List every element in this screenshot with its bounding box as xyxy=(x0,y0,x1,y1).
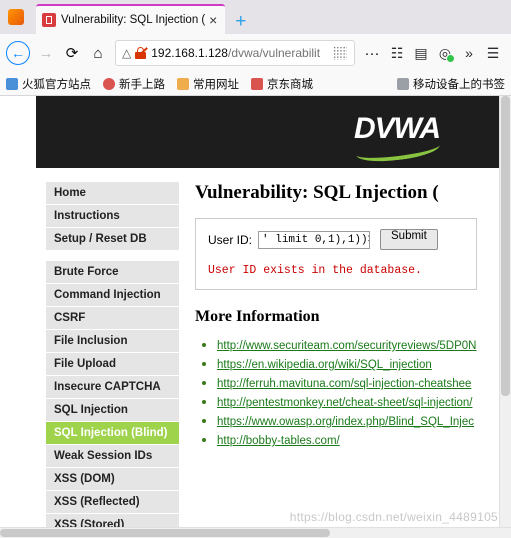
dvwa-banner: DVWA xyxy=(36,96,506,168)
reload-button[interactable]: ⟳ xyxy=(59,40,85,66)
lock-crossed-icon[interactable] xyxy=(135,47,148,59)
page-left-margin xyxy=(0,96,36,528)
info-link[interactable]: https://www.owasp.org/index.php/Blind_SQ… xyxy=(217,416,474,428)
sidebar-item-insecure-captcha[interactable]: Insecure CAPTCHA xyxy=(46,376,179,399)
bookmark-label: 常用网址 xyxy=(193,78,239,91)
sidebar-item-command-injection[interactable]: Command Injection xyxy=(46,284,179,307)
result-message: User ID exists in the database. xyxy=(208,264,422,277)
status-dot xyxy=(446,54,455,63)
list-item: http://bobby-tables.com/ xyxy=(217,431,506,449)
page-title: Vulnerability: SQL Injection ( xyxy=(195,182,439,203)
sidebar-item-instructions[interactable]: Instructions xyxy=(46,205,179,228)
sidebar-item-xss-reflected[interactable]: XSS (Reflected) xyxy=(46,491,179,514)
navigation-toolbar: ← → ⟳ ⌂ △ 192.168.1.128/dvwa/vulnerabili… xyxy=(0,34,511,72)
dvwa-sidebar: Home Instructions Setup / Reset DB Brute… xyxy=(36,168,179,538)
sidebar-item-brute-force[interactable]: Brute Force xyxy=(46,261,179,284)
bookmark-item[interactable]: 新手上路 xyxy=(103,76,165,92)
bookmark-item[interactable]: 京东商城 xyxy=(251,76,313,92)
url-text: 192.168.1.128/dvwa/vulnerabilit xyxy=(151,46,321,60)
new-tab-button[interactable]: + xyxy=(225,12,256,34)
sidebar-item-weak-session-ids[interactable]: Weak Session IDs xyxy=(46,445,179,468)
info-link[interactable]: http://www.securiteam.com/securityreview… xyxy=(217,340,476,352)
list-item: https://www.owasp.org/index.php/Blind_SQ… xyxy=(217,412,506,430)
sidebar-group-vulnerabilities: Brute Force Command Injection CSRF File … xyxy=(46,261,179,538)
mobile-bookmarks-folder[interactable]: 移动设备上的书签 xyxy=(397,76,505,92)
dvwa-page: DVWA Home Instructions Setup / Reset DB … xyxy=(36,96,506,538)
user-id-label: User ID: xyxy=(208,232,253,247)
sidebar-item-file-upload[interactable]: File Upload xyxy=(46,353,179,376)
info-link[interactable]: http://ferruh.mavituna.com/sql-injection… xyxy=(217,378,471,390)
sidebar-item-sql-injection-blind[interactable]: SQL Injection (Blind) xyxy=(46,422,179,445)
overflow-chevron-button[interactable]: » xyxy=(457,40,481,66)
browser-tab[interactable]: Vulnerability: SQL Injection ( × xyxy=(36,4,226,34)
bookmark-label: 火狐官方站点 xyxy=(22,78,91,91)
submit-button[interactable]: Submit xyxy=(380,229,438,250)
info-link[interactable]: http://bobby-tables.com/ xyxy=(217,435,340,447)
list-item: http://www.securiteam.com/securityreview… xyxy=(217,336,506,354)
list-item: http://ferruh.mavituna.com/sql-injection… xyxy=(217,374,506,392)
sidebar-item-xss-dom[interactable]: XSS (DOM) xyxy=(46,468,179,491)
bookmark-label: 新手上路 xyxy=(119,78,165,91)
sidebar-item-sql-injection[interactable]: SQL Injection xyxy=(46,399,179,422)
list-item: http://pentestmonkey.net/cheat-sheet/sql… xyxy=(217,393,506,411)
sidebar-item-home[interactable]: Home xyxy=(46,182,179,205)
forward-button[interactable]: → xyxy=(33,40,59,66)
page-viewport: DVWA Home Instructions Setup / Reset DB … xyxy=(0,96,511,538)
bookmark-icon xyxy=(103,77,115,90)
info-link[interactable]: http://pentestmonkey.net/cheat-sheet/sql… xyxy=(217,397,473,409)
folder-icon xyxy=(397,77,409,90)
info-link[interactable]: https://en.wikipedia.org/wiki/SQL_inject… xyxy=(217,359,432,371)
list-item: https://en.wikipedia.org/wiki/SQL_inject… xyxy=(217,355,506,373)
user-id-input[interactable]: ' limit 0,1),1))>97 # xyxy=(258,230,371,249)
bookmark-icon xyxy=(251,77,263,90)
sidebar-button[interactable]: ▤ xyxy=(409,40,433,66)
mobile-bookmarks-label: 移动设备上的书签 xyxy=(413,78,505,91)
sidebar-item-file-inclusion[interactable]: File Inclusion xyxy=(46,330,179,353)
url-bar[interactable]: △ 192.168.1.128/dvwa/vulnerabilit xyxy=(115,40,355,66)
horizontal-scrollbar-thumb[interactable] xyxy=(0,529,330,537)
shield-icon[interactable]: △ xyxy=(122,46,131,60)
tab-title: Vulnerability: SQL Injection ( xyxy=(61,14,206,26)
watermark-text: https://blog.csdn.net/weixin_44891057 xyxy=(289,510,505,524)
bookmark-label: 京东商城 xyxy=(267,78,313,91)
dvwa-favicon-icon xyxy=(42,13,56,27)
user-id-form-row: User ID: ' limit 0,1),1))>97 # Submit xyxy=(208,229,464,250)
more-information-heading: More Information xyxy=(195,308,320,325)
bookmarks-bar: 火狐官方站点 新手上路 常用网址 京东商城 移动设备上的书签 xyxy=(0,72,511,96)
library-button[interactable]: ☷ xyxy=(385,40,409,66)
bookmark-icon xyxy=(6,77,18,90)
bookmark-item[interactable]: 火狐官方站点 xyxy=(6,76,91,92)
vertical-scrollbar-thumb[interactable] xyxy=(501,96,510,396)
sidebar-item-csrf[interactable]: CSRF xyxy=(46,307,179,330)
more-information-links: http://www.securiteam.com/securityreview… xyxy=(195,336,506,449)
sidebar-group-main: Home Instructions Setup / Reset DB xyxy=(46,182,179,251)
home-button[interactable]: ⌂ xyxy=(85,40,111,66)
sql-injection-panel: User ID: ' limit 0,1),1))>97 # Submit Us… xyxy=(195,218,477,290)
browser-window: Vulnerability: SQL Injection ( × + ← → ⟳… xyxy=(0,0,511,538)
sidebar-item-setup-reset-db[interactable]: Setup / Reset DB xyxy=(46,228,179,251)
bookmark-icon xyxy=(177,77,189,90)
app-menu-button[interactable]: ☰ xyxy=(481,40,505,66)
vertical-scrollbar[interactable] xyxy=(499,96,511,528)
reader-icon[interactable] xyxy=(333,46,347,60)
horizontal-scrollbar[interactable] xyxy=(0,527,511,538)
dvwa-main-content: Vulnerability: SQL Injection ( User ID: … xyxy=(179,168,506,450)
close-icon[interactable]: × xyxy=(205,13,221,27)
dvwa-body: Home Instructions Setup / Reset DB Brute… xyxy=(36,168,506,538)
account-button[interactable]: ◎ xyxy=(433,40,457,66)
page-actions-button[interactable]: ··· xyxy=(359,40,385,66)
bookmark-item[interactable]: 常用网址 xyxy=(177,76,239,92)
back-button[interactable]: ← xyxy=(6,41,30,65)
tab-strip: Vulnerability: SQL Injection ( × + xyxy=(0,0,511,34)
